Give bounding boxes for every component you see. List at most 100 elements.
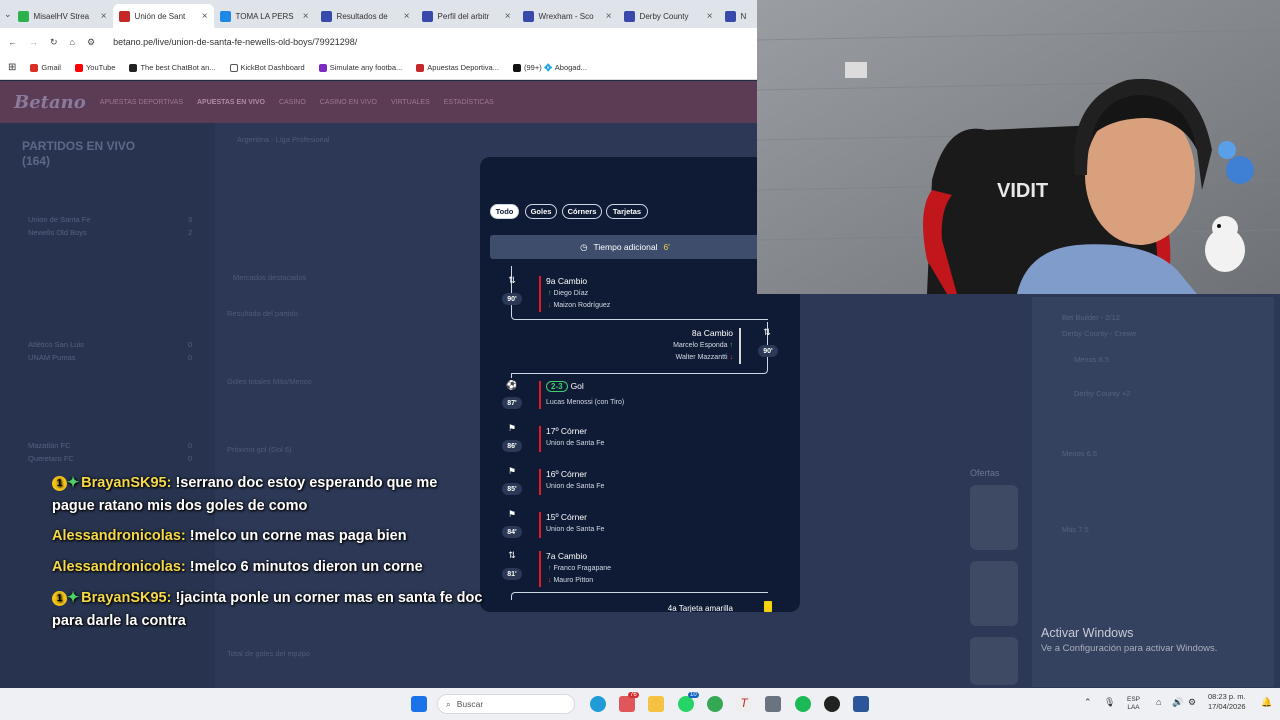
spotify-icon[interactable]: [795, 696, 811, 712]
arrow-up-icon: ↑: [548, 290, 552, 297]
apps-grid-icon[interactable]: ⊞: [8, 62, 16, 73]
betslip-line: Bet Builder - 2/12: [1062, 313, 1120, 322]
match-team[interactable]: UNAM Pumas: [28, 353, 76, 362]
event-title: 15º Córner: [546, 512, 587, 522]
nav-estadisticas[interactable]: ESTADÍSTICAS: [444, 99, 494, 106]
offer-card[interactable]: [970, 485, 1018, 550]
bookmark-item[interactable]: KickBot Dashboard: [229, 63, 305, 72]
tab-close-icon[interactable]: ×: [707, 11, 713, 22]
bookmark-item[interactable]: (99+) 💠 Abogad...: [512, 63, 587, 72]
player-in: ↑ Diego Díaz: [548, 290, 588, 297]
tab-close-icon[interactable]: ×: [101, 11, 107, 22]
offer-card[interactable]: [970, 637, 1018, 685]
bookmark-item[interactable]: Gmail: [30, 63, 61, 72]
browser-tab[interactable]: Unión de Sant ×: [112, 4, 214, 28]
match-score: 0: [188, 441, 193, 450]
browser-tab[interactable]: Perfil del arbitr ×: [416, 4, 517, 28]
player-out-name: Mauro Pitton: [553, 577, 594, 584]
bookmark-item[interactable]: YouTube: [74, 63, 116, 72]
windows-start-icon[interactable]: [411, 696, 427, 712]
microphone-icon[interactable]: 🎙: [1104, 697, 1115, 708]
tab-list-chevron-icon[interactable]: ⌄: [4, 9, 12, 20]
language-indicator[interactable]: ESP LAA: [1127, 696, 1140, 712]
match-team[interactable]: Union de Santa Fe: [28, 215, 91, 224]
arrow-down-icon: ↓: [729, 354, 734, 361]
nav-apuestas-deportivas[interactable]: APUESTAS DEPORTIVAS: [100, 99, 183, 106]
offer-card[interactable]: [970, 561, 1018, 626]
bookmark-item[interactable]: Apuestas Deportiva...: [416, 63, 499, 72]
activate-windows-title: Activar Windows: [1041, 626, 1134, 640]
browser-tab[interactable]: MisaelHV Strea ×: [12, 4, 113, 28]
match-team[interactable]: Newells Old Boys: [28, 228, 87, 237]
chat-text: !serrano doc estoy esperando que me: [175, 475, 438, 491]
match-team[interactable]: Atlético San Luis: [28, 340, 84, 349]
bookmark-item[interactable]: The best ChatBot an...: [129, 63, 216, 72]
tab-close-icon[interactable]: ×: [202, 11, 208, 22]
browser-tab[interactable]: Derby County ×: [618, 4, 719, 28]
betano-logo[interactable]: Betano: [14, 92, 86, 113]
site-info-icon[interactable]: ⚙: [87, 37, 95, 48]
taskbar-clock[interactable]: 08:23 p. m. 17/04/2026: [1208, 692, 1246, 712]
filter-todo[interactable]: Todo: [490, 204, 519, 219]
browser-tab[interactable]: Wrexham - Sco ×: [517, 4, 618, 28]
goal-title: 2-3 Gol: [546, 381, 584, 392]
browser-tab-bar: ⌄ MisaelHV Strea × Unión de Sant × TOMA LA P…: [0, 0, 760, 28]
event-title: 7a Cambio: [546, 551, 588, 561]
bookmark-item[interactable]: Simulate any footba...: [318, 63, 402, 72]
player-in-name: Franco Fragapane: [553, 565, 612, 572]
tab-close-icon[interactable]: ×: [606, 11, 612, 22]
reload-icon[interactable]: ↻: [50, 37, 58, 48]
tab-label: Perfil del arbitr: [437, 11, 490, 21]
mail-badge: 76: [628, 692, 639, 698]
tab-label: N: [740, 11, 747, 21]
bookmark-label: YouTube: [85, 63, 116, 72]
whatsapp-icon[interactable]: [678, 696, 694, 712]
tab-close-icon[interactable]: ×: [303, 11, 309, 22]
file-explorer-icon[interactable]: [648, 696, 664, 712]
filter-corners[interactable]: Córners: [562, 204, 602, 219]
calculator-icon[interactable]: [765, 696, 781, 712]
nav-casino[interactable]: CASINO: [279, 99, 306, 106]
network-icon[interactable]: ⌂: [1156, 697, 1161, 707]
nav-casino-en-vivo[interactable]: CASINO EN VIVO: [320, 99, 377, 106]
typora-icon[interactable]: T: [736, 696, 752, 712]
browser-tab[interactable]: TOMA LA PERS ×: [214, 4, 315, 28]
word-icon[interactable]: [853, 696, 869, 712]
screen: { "browser": { "tabs": [ {"label": "Misa…: [0, 0, 1280, 720]
forward-icon[interactable]: →: [29, 37, 38, 47]
back-icon[interactable]: ←: [8, 37, 17, 47]
tab-label: TOMA LA PERS: [235, 11, 294, 21]
bookmark-label: Gmail: [41, 63, 61, 72]
event-minute: 86': [502, 440, 522, 452]
match-team[interactable]: Queretaro FC: [28, 454, 74, 463]
bookmark-label: The best ChatBot an...: [140, 63, 216, 72]
tab-close-icon[interactable]: ×: [505, 11, 511, 22]
event-detail: Union de Santa Fe: [546, 526, 605, 533]
tab-close-icon[interactable]: ×: [404, 11, 410, 22]
markets-tab[interactable]: Mercados destacados: [233, 273, 306, 282]
taskbar-search[interactable]: ⌕ Buscar: [437, 694, 575, 714]
event-minute: 90': [758, 345, 778, 357]
chat-text: !melco un corne mas paga bien: [189, 528, 407, 544]
league-breadcrumb[interactable]: Argentina - Liga Profesional: [237, 135, 330, 144]
edge-icon[interactable]: [590, 696, 606, 712]
tab-label: Resultados de: [336, 11, 388, 21]
mail-icon[interactable]: [619, 696, 635, 712]
nav-virtuales[interactable]: VIRTUALES: [391, 99, 430, 106]
home-icon[interactable]: ⌂: [70, 37, 75, 47]
settings-icon[interactable]: ⚙: [1188, 697, 1196, 708]
event-minute: 87': [502, 397, 522, 409]
filter-tarjetas[interactable]: Tarjetas: [606, 204, 648, 219]
notification-icon[interactable]: 🔔: [1261, 697, 1272, 708]
match-team[interactable]: Mazatlán FC: [28, 441, 71, 450]
url-field[interactable]: betano.pe/live/union-de-santa-fe-newells…: [113, 37, 357, 47]
tray-chevron-icon[interactable]: ⌃: [1084, 697, 1092, 708]
chrome-icon[interactable]: [707, 696, 723, 712]
volume-icon[interactable]: 🔊: [1172, 697, 1183, 708]
filter-goles[interactable]: Goles: [525, 204, 557, 219]
browser-tab[interactable]: Resultados de ×: [315, 4, 416, 28]
match-score: 0: [188, 353, 193, 362]
nav-apuestas-en-vivo[interactable]: APUESTAS EN VIVO: [197, 99, 265, 106]
obs-icon[interactable]: [824, 696, 840, 712]
bookmark-favicon-icon: [229, 63, 238, 72]
